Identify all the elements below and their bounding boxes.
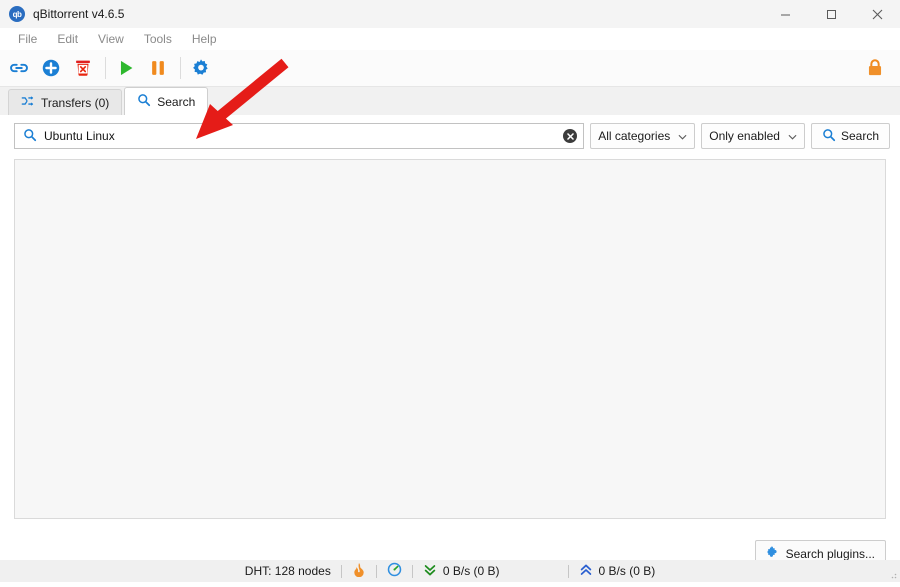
upload-arrow-icon (579, 563, 593, 580)
speed-limit-icon (387, 562, 402, 580)
window-controls (762, 0, 900, 28)
pause-icon[interactable] (143, 53, 173, 83)
menu-item-help[interactable]: Help (182, 30, 227, 48)
resume-icon[interactable] (111, 53, 141, 83)
plugins-filter-value: Only enabled (709, 129, 780, 143)
search-plugins-label: Search plugins... (785, 546, 875, 561)
toolbar (0, 50, 900, 87)
dht-status: DHT: 128 nodes (235, 564, 341, 578)
search-icon (137, 93, 151, 110)
search-button-icon (822, 128, 836, 145)
category-dropdown-value: All categories (598, 129, 671, 143)
menu-item-tools[interactable]: Tools (134, 30, 182, 48)
speed-limit-status[interactable] (377, 562, 412, 580)
minimize-icon[interactable] (762, 0, 808, 28)
search-button-label: Search (840, 129, 879, 143)
title-bar: qb qBittorrent v4.6.5 (0, 0, 900, 28)
menu-item-file[interactable]: File (8, 30, 47, 48)
search-bar: Ubuntu Linux All categories Only enabled (0, 115, 900, 155)
maximize-icon[interactable] (808, 0, 854, 28)
plugins-filter-dropdown[interactable]: Only enabled (701, 123, 805, 149)
connection-status[interactable] (342, 562, 376, 580)
toolbar-right-group (860, 50, 892, 86)
delete-icon[interactable] (68, 53, 98, 83)
close-icon[interactable] (854, 0, 900, 28)
category-dropdown[interactable]: All categories (590, 123, 696, 149)
app-logo-text: qb (12, 9, 22, 19)
download-speed-label: 0 B/s (0 B) (442, 564, 500, 578)
tab-search[interactable]: Search (124, 87, 209, 115)
search-page: Ubuntu Linux All categories Only enabled (0, 115, 900, 587)
menu-item-edit[interactable]: Edit (47, 30, 88, 48)
add-torrent-icon[interactable] (36, 53, 66, 83)
download-arrow-icon (423, 563, 437, 580)
dht-label: DHT: 128 nodes (244, 564, 331, 578)
tab-transfers[interactable]: Transfers (0) (8, 89, 123, 115)
upload-speed-label: 0 B/s (0 B) (598, 564, 656, 578)
search-input-value: Ubuntu Linux (44, 129, 115, 143)
window-title: qBittorrent v4.6.5 (33, 7, 125, 21)
menu-bar: File Edit View Tools Help (0, 28, 900, 50)
chevron-down-icon (678, 129, 687, 143)
tab-strip: Transfers (0) Search (0, 87, 900, 115)
app-logo-icon: qb (9, 6, 25, 22)
status-bar: DHT: 128 nodes 0 B/s (0 B) 0 B/s (0 B) (0, 560, 900, 582)
menu-item-view[interactable]: View (88, 30, 134, 48)
transfers-icon (21, 94, 35, 111)
search-input[interactable]: Ubuntu Linux (14, 123, 585, 149)
search-input-magnifier-icon (23, 128, 37, 145)
connection-status-icon (352, 562, 366, 580)
resize-grip-icon[interactable] (887, 569, 897, 579)
download-speed-status: 0 B/s (0 B) (413, 563, 510, 580)
lock-icon[interactable] (860, 53, 890, 83)
search-button[interactable]: Search (810, 123, 890, 149)
chevron-down-icon (788, 129, 797, 143)
preferences-gear-icon[interactable] (186, 53, 216, 83)
toolbar-separator (105, 57, 106, 79)
toolbar-separator (180, 57, 181, 79)
upload-speed-status: 0 B/s (0 B) (569, 563, 666, 580)
tab-transfers-label: Transfers (0) (41, 95, 110, 110)
download-link-icon[interactable] (4, 53, 34, 83)
clear-search-icon[interactable] (563, 129, 578, 143)
search-results-panel[interactable] (14, 159, 886, 519)
tab-search-label: Search (157, 94, 196, 109)
